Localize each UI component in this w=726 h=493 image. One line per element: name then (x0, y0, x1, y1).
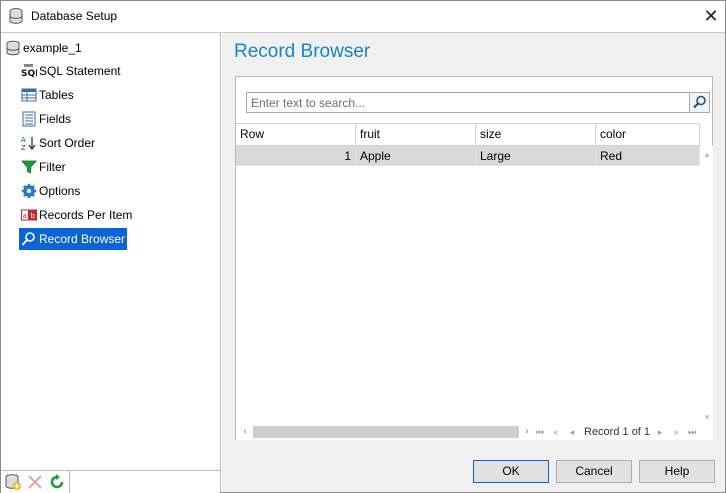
cell-row: 1 (236, 146, 356, 165)
tree-item-tables[interactable]: Tables (19, 84, 76, 106)
records-per-item-icon: a b (21, 209, 37, 221)
database-icon (9, 8, 23, 24)
add-database-icon[interactable] (4, 473, 22, 491)
search-input[interactable]: Enter text to search... (246, 92, 690, 113)
previous-record-icon[interactable]: ◂ (566, 425, 578, 439)
tree-root-example-1[interactable]: example_1 (5, 39, 82, 57)
cell-color: Red (596, 146, 700, 165)
refresh-icon[interactable] (48, 473, 66, 491)
tree-item-record-browser[interactable]: Record Browser (19, 228, 128, 250)
vertical-scrollbar[interactable]: ▲ ▼ (700, 146, 713, 424)
tree-item-label: Tables (39, 88, 74, 102)
fields-icon (22, 111, 36, 127)
tree-item-filter[interactable]: Filter (19, 156, 68, 178)
column-header-color[interactable]: color (596, 124, 700, 145)
record-browser-panel: Record Browser Enter text to search... R… (222, 32, 725, 492)
first-page-icon[interactable]: ⏮ (534, 425, 546, 439)
horizontal-scrollbar-thumb[interactable] (253, 426, 519, 438)
gear-icon (21, 183, 37, 199)
table-header: Row fruit size color (236, 123, 700, 146)
tree-item-label: Fields (39, 112, 72, 126)
svg-text:b: b (31, 212, 36, 220)
window-title: Database Setup (31, 9, 118, 23)
previous-page-icon[interactable]: « (550, 425, 562, 439)
navigator-bar: ‹ › ⏮ « ◂ Record 1 of 1 ▸ » ⏭ (236, 424, 713, 440)
tree-item-sort-order[interactable]: A Z Sort Order (19, 132, 97, 154)
record-browser-icon (21, 232, 35, 246)
close-icon[interactable]: ✕ (697, 3, 725, 29)
cell-size: Large (476, 146, 596, 165)
delete-icon[interactable] (26, 473, 44, 491)
svg-text:A: A (21, 136, 26, 144)
tree-item-label: SQL Statement (39, 64, 121, 78)
help-button[interactable]: Help (639, 460, 715, 483)
database-setup-window: Database Setup ✕ example_1 SQL SQL State… (0, 0, 726, 493)
scroll-right-icon[interactable]: › (520, 425, 534, 439)
tree-item-label: Options (39, 184, 81, 198)
ok-button[interactable]: OK (473, 460, 549, 483)
tree-item-sql-statement[interactable]: SQL SQL Statement (19, 60, 123, 82)
svg-text:Z: Z (21, 144, 26, 151)
svg-text:SQL: SQL (21, 69, 37, 79)
column-header-size[interactable]: size (476, 124, 596, 145)
tree-item-options[interactable]: Options (19, 180, 82, 202)
search-placeholder: Enter text to search... (251, 96, 366, 110)
table-row[interactable]: 1 Apple Large Red (236, 146, 700, 166)
left-toolbar (1, 470, 220, 493)
search-icon (693, 95, 706, 109)
tree-item-label: Sort Order (39, 136, 96, 150)
funnel-icon (21, 160, 37, 174)
table-icon (21, 88, 37, 102)
scroll-up-icon[interactable]: ▲ (703, 150, 711, 159)
navigation-tree-panel: example_1 SQL SQL Statement Tables (1, 32, 221, 493)
tree-root-label: example_1 (23, 41, 82, 55)
record-status: Record 1 of 1 (584, 426, 651, 438)
svg-text:a: a (23, 212, 27, 220)
scroll-down-icon[interactable]: ▼ (703, 413, 711, 422)
record-browser-frame: Enter text to search... Row fruit size c… (235, 76, 713, 440)
tree-item-records-per-item[interactable]: a b Records Per Item (19, 204, 134, 226)
tree-item-label: Filter (39, 160, 66, 174)
column-header-fruit[interactable]: fruit (356, 124, 476, 145)
title-bar: Database Setup ✕ (1, 1, 725, 32)
cell-fruit: Apple (356, 146, 476, 165)
sort-az-icon: A Z (21, 136, 36, 151)
tree-item-label: Record Browser (39, 232, 126, 246)
next-record-icon[interactable]: ▸ (654, 425, 666, 439)
next-page-icon[interactable]: » (670, 425, 682, 439)
tree-item-label: Records Per Item (39, 208, 133, 222)
tree-item-fields[interactable]: Fields (19, 108, 73, 130)
toolbar-divider (69, 471, 70, 493)
search-button[interactable] (689, 92, 710, 113)
sql-icon: SQL (21, 64, 37, 79)
scroll-left-icon[interactable]: ‹ (238, 425, 252, 439)
column-header-row[interactable]: Row (236, 124, 356, 145)
database-icon (6, 40, 20, 56)
page-title: Record Browser (234, 41, 371, 62)
last-page-icon[interactable]: ⏭ (686, 425, 698, 439)
cancel-button[interactable]: Cancel (556, 460, 632, 483)
